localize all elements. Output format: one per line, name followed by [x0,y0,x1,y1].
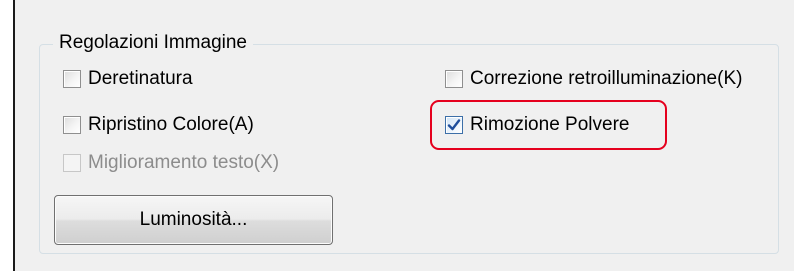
checkbox-correzione-retroilluminazione-label: Correzione retroilluminazione(K) [470,68,743,89]
luminosita-button[interactable]: Luminosità... [54,195,333,245]
group-title: Regolazioni Immagine [53,30,253,56]
checkbox-rimozione-polvere-label: Rimozione Polvere [470,114,630,135]
checkbox-miglioramento-testo: Miglioramento testo(X) [63,151,279,175]
checkbox-rimozione-polvere-box[interactable] [445,116,463,134]
checkbox-deretinatura-label: Deretinatura [88,68,193,89]
checkbox-miglioramento-testo-label: Miglioramento testo(X) [88,152,280,173]
checkbox-rimozione-polvere[interactable]: Rimozione Polvere [445,113,629,137]
checkbox-deretinatura-box[interactable] [63,70,81,88]
checkbox-correzione-retroilluminazione-box[interactable] [445,70,463,88]
checkbox-deretinatura[interactable]: Deretinatura [63,67,193,91]
checkbox-ripristino-colore-box[interactable] [63,116,81,134]
checkbox-ripristino-colore[interactable]: Ripristino Colore(A) [63,113,254,137]
checkmark-icon [447,119,461,131]
checkbox-miglioramento-testo-box [63,154,81,172]
checkbox-ripristino-colore-label: Ripristino Colore(A) [88,114,254,135]
checkbox-correzione-retroilluminazione[interactable]: Correzione retroilluminazione(K) [445,67,742,91]
